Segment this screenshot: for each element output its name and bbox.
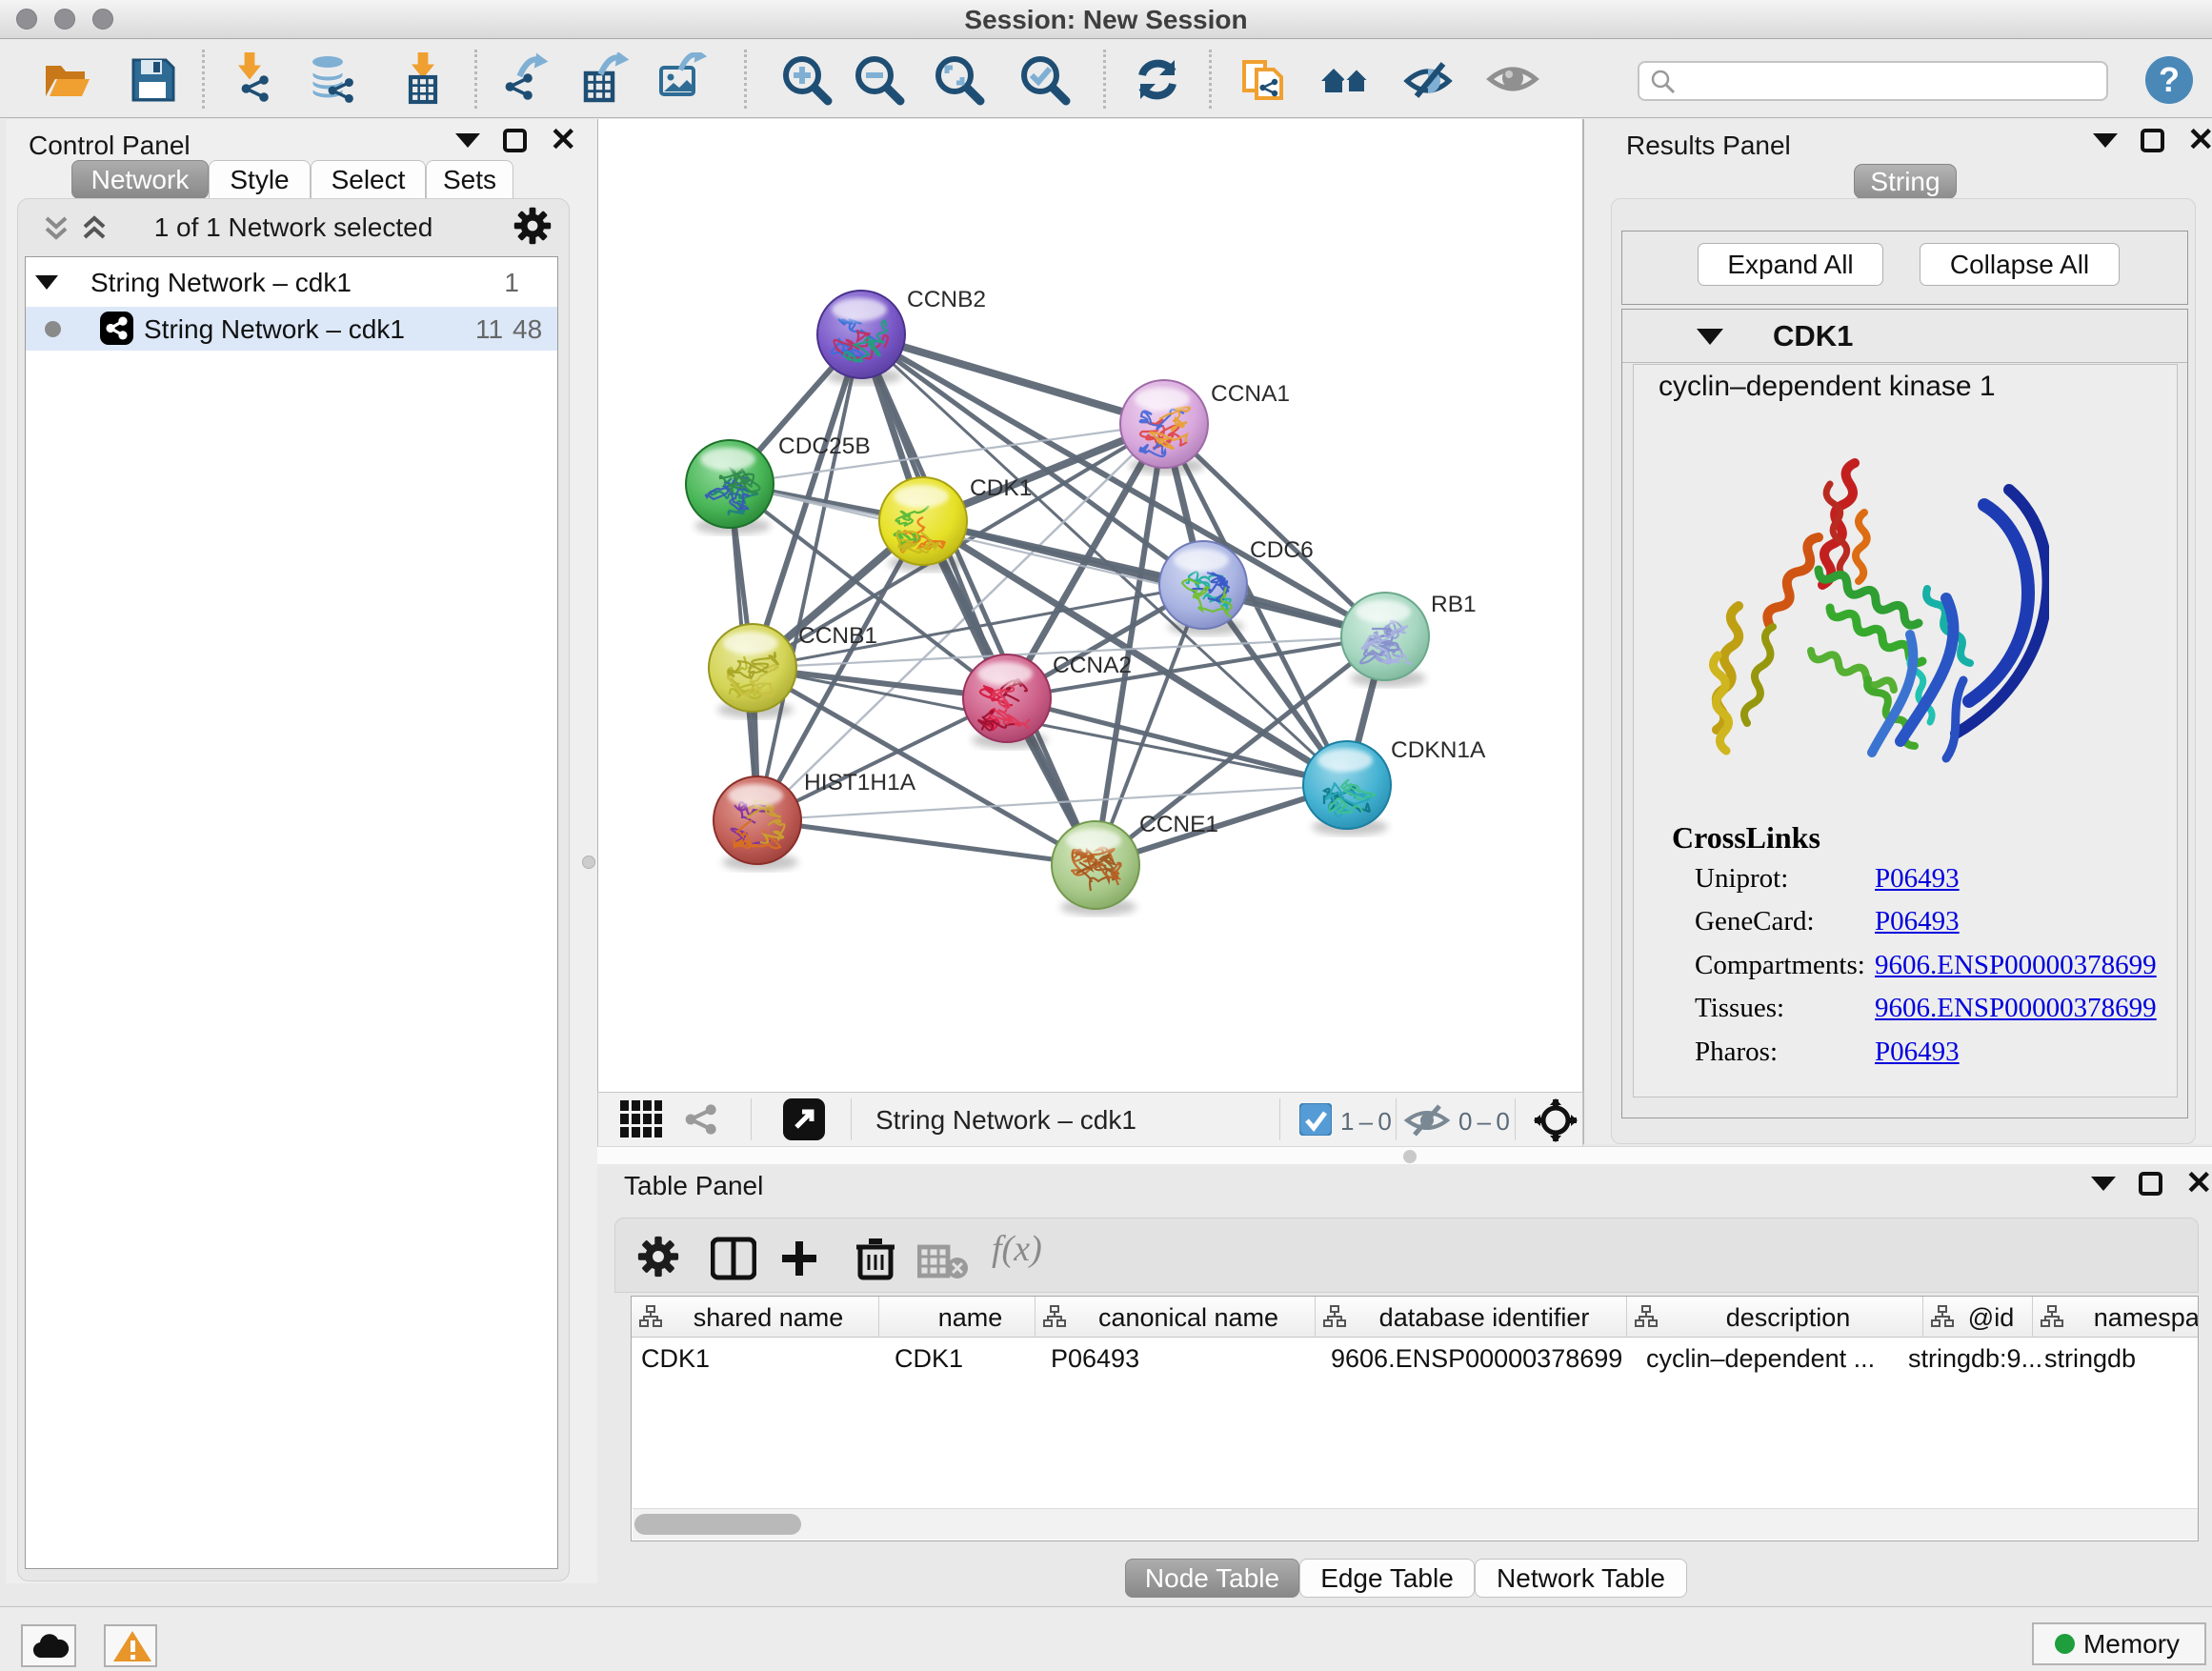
- svg-text:CCNB1: CCNB1: [798, 623, 877, 649]
- svg-text:CCNA2: CCNA2: [1053, 653, 1132, 678]
- svg-text:HIST1H1A: HIST1H1A: [804, 770, 916, 795]
- svg-text:CDK1: CDK1: [970, 475, 1032, 501]
- svg-text:CCNA1: CCNA1: [1211, 381, 1290, 407]
- svg-text:CDC6: CDC6: [1250, 537, 1314, 563]
- svg-text:CDKN1A: CDKN1A: [1391, 737, 1486, 763]
- svg-text:CCNE1: CCNE1: [1139, 812, 1218, 837]
- svg-text:?: ?: [2159, 60, 2180, 99]
- svg-text:CCNB2: CCNB2: [907, 287, 986, 312]
- svg-text:RB1: RB1: [1431, 592, 1477, 617]
- svg-text:CDC25B: CDC25B: [778, 433, 871, 459]
